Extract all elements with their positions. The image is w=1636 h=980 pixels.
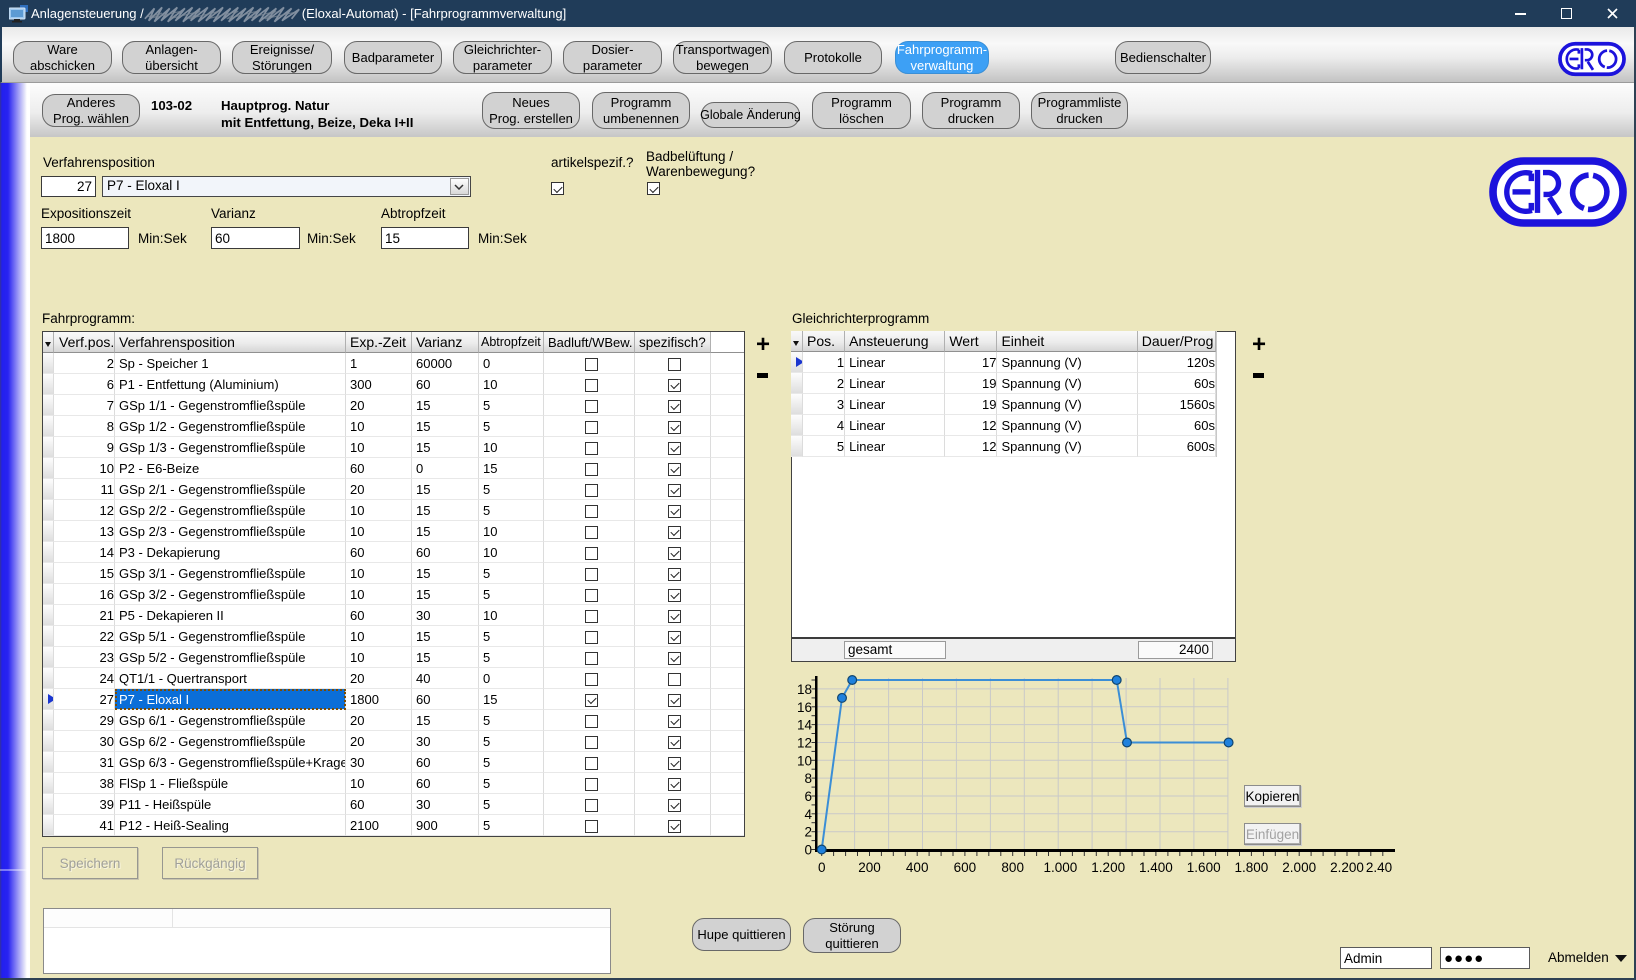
svg-text:8: 8 [804,771,812,786]
svg-text:14: 14 [797,718,813,733]
svg-text:6: 6 [804,789,812,804]
svg-text:2.000: 2.000 [1282,860,1316,875]
svg-text:2: 2 [804,825,812,840]
svg-text:0: 0 [804,843,812,858]
svg-text:1.200: 1.200 [1091,860,1125,875]
svg-text:200: 200 [858,860,881,875]
svg-text:12: 12 [797,736,812,751]
svg-text:0: 0 [818,860,826,875]
svg-text:1.600: 1.600 [1187,860,1221,875]
svg-text:1.800: 1.800 [1235,860,1269,875]
svg-text:4: 4 [804,807,812,822]
svg-text:2.40: 2.40 [1366,860,1392,875]
svg-text:600: 600 [954,860,977,875]
svg-text:10: 10 [797,753,812,768]
svg-text:18: 18 [797,682,812,697]
svg-text:800: 800 [1001,860,1024,875]
svg-text:1.000: 1.000 [1044,860,1078,875]
svg-text:16: 16 [797,700,812,715]
svg-text:400: 400 [906,860,929,875]
svg-text:1.400: 1.400 [1139,860,1173,875]
svg-text:2.200: 2.200 [1330,860,1364,875]
